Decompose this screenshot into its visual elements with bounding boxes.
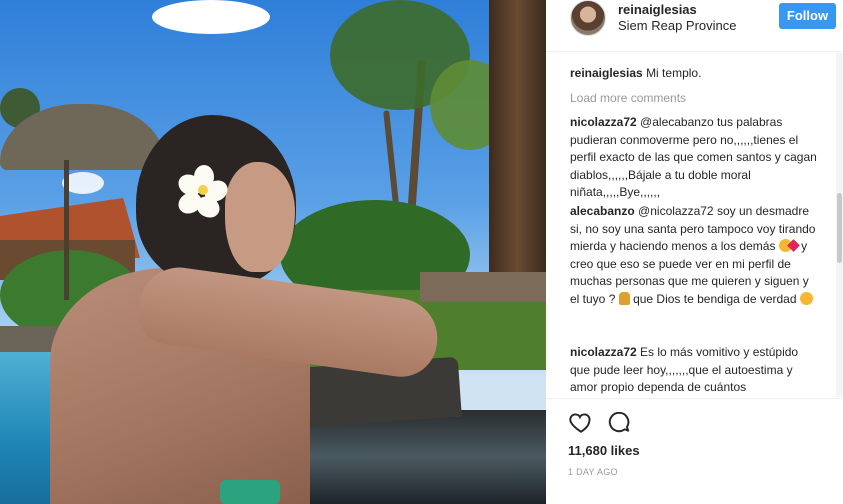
stone-wall bbox=[420, 272, 546, 302]
plumeria-flower bbox=[174, 165, 232, 222]
caption-username[interactable]: reinaiglesias bbox=[570, 66, 643, 80]
praying-hands-emoji-icon bbox=[618, 291, 630, 305]
post-actions: 11,680 likes 1 DAY AGO bbox=[546, 398, 843, 504]
tree-trunk bbox=[489, 0, 546, 290]
load-more-comments-button[interactable]: Load more comments bbox=[570, 91, 686, 105]
header-location[interactable]: Siem Reap Province bbox=[618, 18, 737, 33]
heart-icon[interactable] bbox=[568, 409, 594, 435]
likes-count[interactable]: 11,680 likes bbox=[568, 443, 640, 458]
comment-username[interactable]: alecabanzo bbox=[570, 204, 635, 218]
comments-list[interactable]: reinaiglesias Mi templo. Load more comme… bbox=[546, 53, 836, 397]
follow-button[interactable]: Follow bbox=[779, 3, 836, 29]
post-timestamp[interactable]: 1 DAY AGO bbox=[568, 467, 618, 477]
comment-text: que Dios te bendiga de verdad bbox=[633, 291, 797, 306]
comment-item: alecabanzo @nicolazza72 soy un desmadre … bbox=[570, 203, 820, 308]
avatar[interactable] bbox=[570, 0, 606, 36]
comment-icon[interactable] bbox=[606, 409, 632, 435]
caption-text: Mi templo. bbox=[646, 66, 702, 80]
comment-item: nicolazza72 @alecabanzo tus palabras pud… bbox=[570, 114, 820, 202]
post-sidebar: reinaiglesias Siem Reap Province Follow … bbox=[546, 0, 843, 504]
smiling-emoji-icon bbox=[799, 291, 813, 305]
person-face bbox=[225, 162, 295, 272]
post-photo[interactable] bbox=[0, 0, 546, 504]
scrollbar-thumb[interactable] bbox=[837, 193, 842, 263]
post-header: reinaiglesias Siem Reap Province Follow bbox=[546, 0, 843, 52]
umbrella-pole bbox=[64, 160, 69, 300]
comment-username[interactable]: nicolazza72 bbox=[570, 115, 637, 129]
header-username[interactable]: reinaiglesias bbox=[618, 2, 697, 17]
swimwear bbox=[220, 480, 280, 504]
comments-scrollbar[interactable] bbox=[836, 53, 843, 397]
comment-username[interactable]: nicolazza72 bbox=[570, 345, 637, 359]
caption: reinaiglesias Mi templo. bbox=[570, 65, 820, 83]
cloud bbox=[152, 0, 270, 34]
comment-item: nicolazza72 Es lo más vomitivo y estúpid… bbox=[570, 344, 820, 397]
